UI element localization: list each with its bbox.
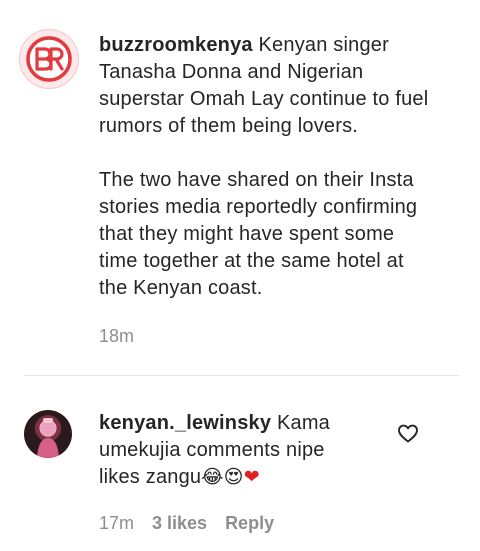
comment-likes-count[interactable]: 3 likes <box>152 511 207 535</box>
divider <box>24 375 459 376</box>
reply-button[interactable]: Reply <box>225 511 274 535</box>
laughing-emoji: 😂 <box>201 466 224 488</box>
heart-outline-icon <box>398 424 418 443</box>
comment-row: kenyan._lewinsky Kama umekujia comments … <box>0 398 480 551</box>
buzzroomkenya-avatar[interactable] <box>19 29 79 89</box>
avatar-photo-icon <box>37 418 59 458</box>
comment-username[interactable]: kenyan._lewinsky <box>99 412 271 434</box>
comment-timestamp: 17m <box>99 513 135 533</box>
heart-eyes-emoji: 😍 <box>223 466 244 488</box>
caption-username[interactable]: buzzroomkenya <box>99 34 253 56</box>
caption-text: buzzroomkenya Kenyan singer Tanasha Donn… <box>99 32 429 302</box>
caption-timestamp: 18m <box>99 326 135 346</box>
kenyan-lewinsky-avatar[interactable] <box>24 410 72 458</box>
like-comment-button[interactable] <box>396 422 420 444</box>
caption-text-part-2: The two have shared on their Insta stori… <box>99 169 418 299</box>
br-logo-icon <box>26 36 72 82</box>
comment-meta: 17m 3 likes Reply <box>99 511 274 535</box>
red-heart-emoji: ❤ <box>243 466 260 488</box>
comment-text: kenyan._lewinsky Kama umekujia comments … <box>99 410 369 491</box>
